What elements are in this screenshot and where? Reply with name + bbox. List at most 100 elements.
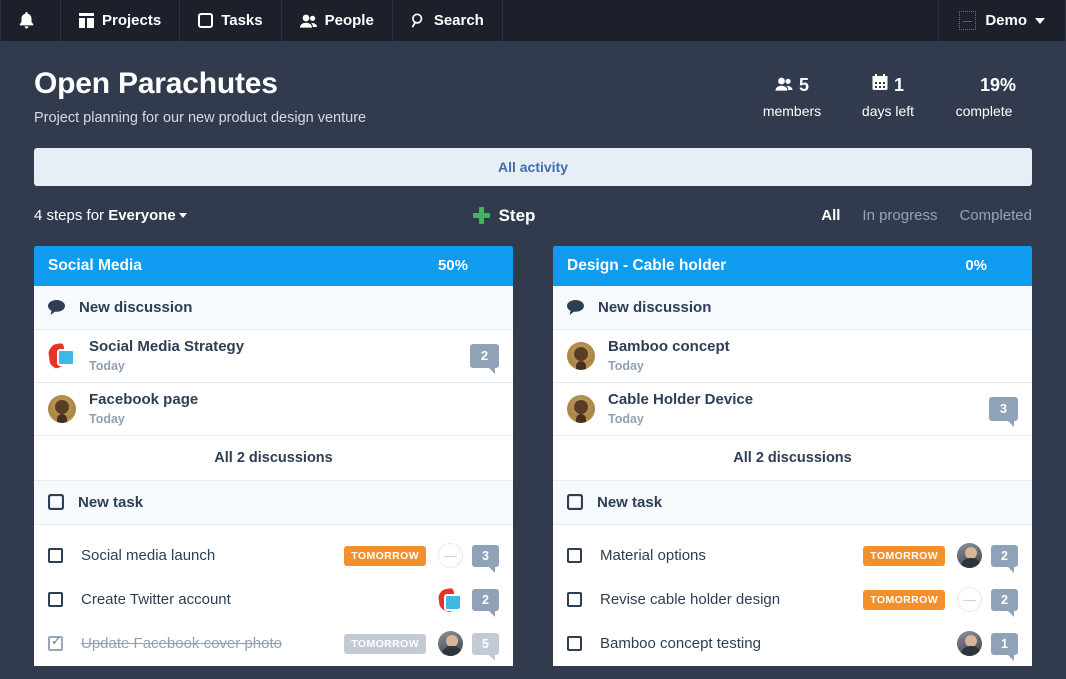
avatar <box>48 341 76 370</box>
task-checkbox[interactable] <box>567 636 582 651</box>
donut-progress-icon <box>952 74 974 96</box>
avatar <box>48 394 76 423</box>
project-subtitle: Project planning for our new product des… <box>34 109 367 126</box>
stat-days-left-value: 1 <box>893 74 904 95</box>
discussion-row[interactable]: Facebook page Today <box>34 383 513 436</box>
stat-complete-value: 19% <box>979 74 1017 95</box>
status-filter-tabs: All In progress Completed <box>821 207 1032 224</box>
task-checkbox[interactable] <box>567 592 582 607</box>
all-activity-button[interactable]: All activity <box>34 147 1032 186</box>
members-icon <box>775 75 793 96</box>
new-discussion-button[interactable]: New discussion <box>553 285 1032 330</box>
steps-toolbar: 4 steps for Everyone Step All In progres… <box>34 186 1032 246</box>
stat-days-left-label: days left <box>861 103 915 119</box>
discussion-date: Today <box>89 411 125 426</box>
comment-count-badge: 2 <box>991 544 1018 573</box>
step-card-title: Design - Cable holder <box>567 256 727 274</box>
discussion-date: Today <box>89 358 125 373</box>
discussion-row[interactable]: Bamboo concept Today <box>553 330 1032 383</box>
stat-complete-label: complete <box>955 103 1013 119</box>
projects-icon <box>79 13 94 28</box>
task-name: Bamboo concept testing <box>600 635 761 652</box>
avatar <box>438 543 463 568</box>
bell-icon <box>19 12 34 29</box>
task-row[interactable]: Update Facebook cover photo TOMORROW 5 <box>34 622 513 666</box>
new-task-button[interactable]: New task <box>34 480 513 525</box>
discussion-row[interactable]: Cable Holder Device Today 3 <box>553 383 1032 436</box>
nav-label-people: People <box>324 12 374 29</box>
task-name: Material options <box>600 547 706 564</box>
steps-count-text: 4 steps for <box>34 207 109 224</box>
step-card-percent: 50% <box>437 257 468 274</box>
avatar <box>567 341 595 370</box>
new-task-button[interactable]: New task <box>553 480 1032 525</box>
new-task-label: New task <box>78 493 144 511</box>
step-card-header[interactable]: Design - Cable holder 0% <box>553 245 1032 286</box>
filter-tab-in-progress[interactable]: In progress <box>862 207 937 224</box>
comment-count-badge: 1 <box>991 632 1018 661</box>
stat-complete[interactable]: 19% complete <box>936 72 1032 120</box>
task-row[interactable]: Bamboo concept testing 1 <box>553 622 1032 666</box>
project-title-block: Open Parachutes Project planning for our… <box>34 67 366 126</box>
avatar <box>959 11 977 30</box>
task-row[interactable]: Revise cable holder design TOMORROW 2 <box>553 578 1032 622</box>
nav-item-people[interactable]: People <box>282 0 393 41</box>
step-card-title: Social Media <box>48 256 142 274</box>
discussion-date: Today <box>608 358 644 373</box>
avatar <box>957 631 982 656</box>
all-discussions-link[interactable]: All 2 discussions <box>34 436 513 481</box>
step-card-header[interactable]: Social Media 50% <box>34 245 513 286</box>
nav-item-search[interactable]: Search <box>393 0 503 41</box>
stat-members-value: 5 <box>798 74 809 95</box>
discussion-row[interactable]: Social Media Strategy Today 2 <box>34 330 513 383</box>
account-menu[interactable]: Demo <box>938 0 1066 41</box>
new-discussion-button[interactable]: New discussion <box>34 285 513 330</box>
calendar-icon <box>872 74 888 96</box>
discussion-title: Bamboo concept <box>608 338 730 356</box>
task-checkbox[interactable] <box>567 548 582 563</box>
stat-days-left[interactable]: 1 days left <box>840 72 936 119</box>
comment-count-badge: 3 <box>472 544 499 573</box>
discussion-title: Facebook page <box>89 391 199 409</box>
filter-tab-all[interactable]: All <box>821 207 840 224</box>
account-name: Demo <box>985 12 1027 29</box>
filter-tab-completed[interactable]: Completed <box>959 207 1032 224</box>
step-cards-container: Social Media 50% New discussion Social Medi… <box>34 245 1032 666</box>
top-navigation-bar: Projects Tasks People Search Demo <box>0 0 1066 41</box>
add-step-label: Step <box>498 205 536 225</box>
add-step-button[interactable]: Step <box>187 206 821 226</box>
task-checkbox[interactable] <box>48 592 63 607</box>
task-checkbox[interactable] <box>48 548 63 563</box>
avatar <box>567 394 595 423</box>
project-stats: 5 members 1 days left 19% complete <box>744 67 1032 119</box>
stat-members-label: members <box>762 103 822 119</box>
avatar <box>957 543 982 568</box>
project-header: Open Parachutes Project planning for our… <box>0 41 1066 126</box>
avatar <box>438 631 463 656</box>
due-badge: TOMORROW <box>344 545 426 566</box>
donut-progress-icon <box>996 255 1018 277</box>
task-list-spacer <box>553 525 1032 534</box>
step-card: Design - Cable holder 0% New discussion Bam… <box>553 245 1032 666</box>
steps-scope-value: Everyone <box>108 207 176 224</box>
task-row[interactable]: Create Twitter account 2 <box>34 578 513 622</box>
discussion-text: Social Media Strategy Today <box>89 338 470 373</box>
task-checkbox[interactable] <box>48 634 63 651</box>
new-discussion-label: New discussion <box>79 298 193 316</box>
steps-scope-selector[interactable]: 4 steps for Everyone <box>34 207 187 224</box>
tasks-icon <box>198 13 214 28</box>
notifications-button[interactable] <box>0 0 61 41</box>
step-card: Social Media 50% New discussion Social Medi… <box>34 245 513 666</box>
comment-count-badge: 2 <box>470 343 499 374</box>
nav-item-tasks[interactable]: Tasks <box>180 0 282 41</box>
comment-count-badge: 5 <box>472 632 499 661</box>
discussion-text: Facebook page Today <box>89 391 499 426</box>
task-row[interactable]: Material options TOMORROW 2 <box>553 534 1032 578</box>
discussion-title: Cable Holder Device <box>608 391 754 409</box>
task-row[interactable]: Social media launch TOMORROW 3 <box>34 534 513 578</box>
nav-item-projects[interactable]: Projects <box>61 0 181 41</box>
plus-icon <box>472 207 490 224</box>
stat-members[interactable]: 5 members <box>744 72 840 120</box>
all-discussions-link[interactable]: All 2 discussions <box>553 436 1032 481</box>
